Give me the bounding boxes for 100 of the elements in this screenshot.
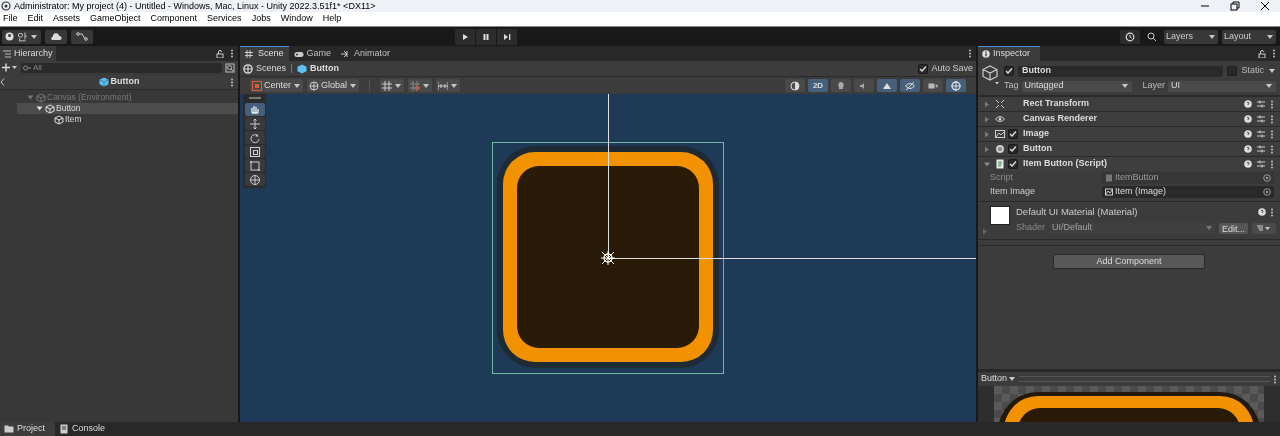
cube-icon — [98, 77, 109, 87]
pivot-dropdown[interactable]: Center — [250, 79, 303, 92]
gizmos-dropdown[interactable] — [946, 79, 966, 92]
active-checkbox[interactable] — [1004, 66, 1014, 76]
hidden-eye-icon — [905, 80, 915, 91]
add-dropdown-icon[interactable] — [2, 63, 18, 72]
camera-dropdown[interactable] — [923, 79, 943, 92]
auto-save-label: Auto Save — [931, 61, 973, 75]
scene-tab[interactable]: Scene — [240, 46, 289, 61]
close-icon[interactable] — [1260, 1, 1270, 11]
component-header[interactable]: Item Button (Script) — [978, 156, 1280, 171]
align-dropdown[interactable] — [436, 79, 461, 92]
preview-dropdown[interactable]: Button — [981, 372, 1017, 386]
component-header[interactable]: Rect Transform — [978, 96, 1280, 111]
move-tool[interactable] — [244, 117, 265, 130]
search-field[interactable]: All — [21, 62, 222, 73]
tree-item[interactable]: Item — [17, 114, 238, 125]
info-icon — [982, 50, 990, 58]
menu-item[interactable]: Assets — [53, 12, 81, 26]
audio-button[interactable] — [854, 79, 874, 92]
effects-button[interactable] — [877, 79, 897, 92]
increment-snap-dropdown[interactable] — [408, 79, 433, 92]
gamepad-icon — [293, 49, 304, 58]
breadcrumb-link[interactable]: Scenes — [256, 61, 287, 76]
window-title: Administrator: My project (4) - Untitled - Windows, Mac, Linux - Unity 2022.3.51f1* <DX11> — [14, 1, 376, 11]
gameobject-icon — [45, 103, 55, 114]
menu-item[interactable]: File — [3, 12, 18, 26]
hand-tool[interactable] — [244, 103, 265, 116]
enabled-checkbox[interactable] — [1008, 159, 1018, 169]
collapsed-arrow-icon — [982, 228, 988, 235]
layout-dropdown[interactable]: Layout — [1222, 29, 1276, 44]
auto-save-checkbox[interactable] — [918, 63, 929, 74]
search-icon — [23, 64, 31, 71]
align-icon — [438, 80, 449, 91]
edit-button[interactable]: Edit... — [1219, 222, 1248, 234]
enabled-checkbox[interactable] — [1008, 129, 1018, 139]
layers-dropdown[interactable]: Layers — [1164, 29, 1218, 44]
version-control-button[interactable] — [71, 29, 93, 44]
presets-icon — [1257, 115, 1265, 123]
menu-item[interactable]: Services — [207, 12, 242, 26]
grid-icon — [382, 80, 393, 91]
component-header[interactable]: Image — [978, 126, 1280, 141]
move-icon — [248, 117, 261, 130]
tag-dropdown[interactable]: Untagged — [1021, 80, 1132, 92]
name-field[interactable]: Button — [1018, 65, 1224, 77]
lock-icon[interactable] — [1258, 49, 1266, 58]
static-checkbox[interactable] — [1227, 66, 1238, 76]
more-icon[interactable] — [1273, 374, 1277, 384]
menu-item[interactable]: Jobs — [251, 12, 271, 26]
grid-snap-dropdown[interactable] — [380, 79, 405, 92]
layer-dropdown[interactable]: UI — [1168, 80, 1276, 92]
restore-icon[interactable] — [1230, 1, 1240, 11]
bottom-tab[interactable]: Project — [0, 422, 55, 436]
hierarchy-tab[interactable]: Hierarchy — [0, 46, 56, 61]
scene-tab[interactable]: Game — [288, 46, 337, 61]
breadcrumb-link[interactable]: Button — [310, 61, 340, 76]
more-icon[interactable] — [1272, 49, 1276, 58]
menu-item[interactable]: Window — [280, 12, 313, 26]
menu-item[interactable]: Component — [150, 12, 198, 26]
caret-icon — [1120, 82, 1129, 90]
rotate-tool[interactable] — [244, 131, 265, 144]
component-header[interactable]: Button — [978, 141, 1280, 156]
menu-item[interactable]: GameObject — [90, 12, 141, 26]
add-component-button[interactable]: Add Component — [1053, 254, 1205, 269]
more-icon[interactable] — [968, 49, 972, 58]
more-icon[interactable] — [230, 49, 234, 58]
button-component-icon — [995, 144, 1005, 154]
lock-icon[interactable] — [216, 49, 224, 58]
transform-tool[interactable] — [244, 173, 265, 186]
caret-icon — [394, 81, 403, 90]
tree-item[interactable]: Button — [17, 103, 238, 114]
menu-item[interactable]: Edit — [27, 12, 44, 26]
lighting-button[interactable] — [831, 79, 851, 92]
resize-handle[interactable] — [1019, 376, 1270, 382]
shader-menu-button[interactable] — [1252, 222, 1276, 234]
mode-2d-button[interactable]: 2D — [808, 79, 828, 92]
enabled-checkbox[interactable] — [1008, 144, 1018, 154]
more-icon[interactable] — [1270, 207, 1274, 217]
shading-dropdown[interactable] — [785, 79, 805, 92]
search-icon[interactable] — [1147, 31, 1157, 42]
object-field[interactable]: Item (Image) — [1102, 186, 1274, 198]
hand-icon — [248, 103, 261, 116]
scene-tab[interactable]: Animator — [336, 46, 396, 61]
visibility-button[interactable] — [900, 79, 920, 92]
rect-tool[interactable] — [244, 159, 265, 172]
more-icon — [1270, 99, 1274, 109]
cube-icon — [297, 63, 308, 74]
menu-item[interactable]: Help — [322, 12, 342, 26]
cloud-button[interactable] — [45, 29, 67, 44]
image-icon — [995, 129, 1005, 139]
component-header[interactable]: Canvas Renderer — [978, 111, 1280, 126]
space-dropdown[interactable]: Global — [307, 79, 360, 92]
more-icon[interactable] — [230, 77, 234, 87]
shader-dropdown[interactable]: UI/Default — [1050, 222, 1215, 234]
scale-tool[interactable] — [244, 145, 265, 158]
history-button[interactable] — [1120, 29, 1140, 44]
scene-search-icon[interactable] — [225, 62, 235, 73]
inspector-tab[interactable]: Inspector — [978, 46, 1040, 61]
bottom-tab[interactable]: Console — [55, 422, 110, 436]
account-dropdown[interactable]: 안 — [2, 29, 41, 44]
